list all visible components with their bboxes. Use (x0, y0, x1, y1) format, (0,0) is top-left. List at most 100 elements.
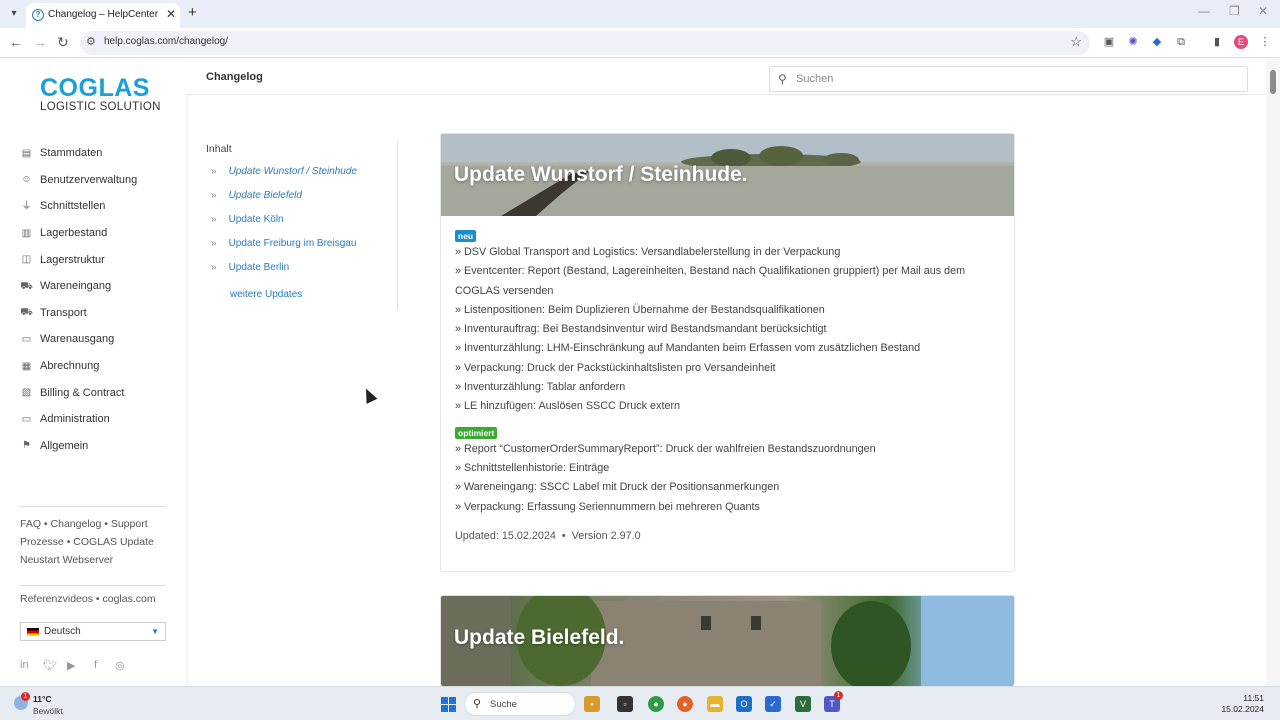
link-faq[interactable]: FAQ (20, 518, 41, 530)
profile-avatar[interactable]: E (1234, 35, 1248, 49)
tab-list-icon[interactable]: ▾ (6, 6, 22, 22)
sidebar-item-stammdaten[interactable]: ▤ Stammdaten (20, 140, 180, 167)
close-window-icon[interactable]: ✕ (1258, 4, 1268, 18)
scrollbar-thumb[interactable] (1270, 70, 1276, 94)
firefox-icon[interactable]: ● (677, 696, 693, 712)
sidebar-item-abrechnung[interactable]: ▦ Abrechnung (20, 353, 180, 380)
instagram-icon[interactable]: ◎ (115, 659, 125, 672)
forward-icon[interactable]: → (33, 34, 47, 50)
windows-start-icon[interactable] (441, 697, 456, 712)
youtube-icon[interactable]: ▶ (67, 659, 75, 672)
badge-optimized: optimiert (455, 426, 498, 439)
side-panel-icon[interactable]: ▮ (1210, 35, 1224, 49)
extension-gear-icon[interactable]: ✺ (1126, 35, 1140, 49)
sidebar-item-warenausgang[interactable]: ▭ Warenausgang (20, 326, 180, 353)
link-support[interactable]: Support (111, 518, 148, 530)
sidebar-item-label: Billing & Contract (40, 386, 125, 399)
list-item: » Verpackung: Druck der Packstückinhalts… (455, 361, 776, 374)
sidebar-item-label: Warenausgang (40, 333, 115, 346)
extension-plugin-icon[interactable]: ◆ (1150, 35, 1164, 49)
link-changelog[interactable]: Changelog (51, 518, 102, 530)
todo-check-icon[interactable]: ✓ (765, 696, 781, 712)
search-box[interactable]: ⚲ (769, 66, 1248, 92)
close-tab-icon[interactable]: ✕ (166, 7, 176, 21)
reload-icon[interactable]: ↻ (57, 34, 69, 51)
link-coglas-com[interactable]: coglas.com (102, 593, 155, 605)
omnibox[interactable]: ⚙ help.coglas.com/changelog/ ☆ (80, 31, 1090, 55)
update-title: Update Bielefeld. (454, 626, 625, 649)
link-coglas-update[interactable]: COGLAS Update (73, 536, 154, 548)
clock-date: 15.02.2024 (1221, 704, 1264, 714)
toc-item[interactable]: » Update Köln (211, 214, 284, 225)
twitter-icon[interactable]: 🐦︎ (43, 659, 57, 672)
taskbar: 1 11°C Bewölkt ⚲ Suche ▪ ▫ ● ● ▬ O ✓ V T… (0, 686, 1280, 720)
truck-in-icon: ⛟ (20, 280, 33, 292)
vpn-icon[interactable]: V (795, 696, 811, 712)
language-select[interactable]: Deutsch ▼ (20, 622, 166, 641)
facebook-icon[interactable]: f (94, 659, 97, 671)
truck-icon: ⛟ (20, 307, 33, 319)
file-explorer-icon[interactable]: ▬ (707, 696, 723, 712)
sidebar-item-label: Abrechnung (40, 360, 100, 373)
outlook-icon[interactable]: O (736, 696, 752, 712)
weather-temperature[interactable]: 11°C (33, 694, 52, 704)
link-referenzvideos[interactable]: Referenzvideos (20, 593, 93, 605)
toc-item[interactable]: » Update Berlin (211, 262, 289, 273)
tab-title: Changelog – HelpCenter (48, 9, 159, 20)
briefcase-app-icon[interactable]: ▪ (584, 696, 600, 712)
system-clock[interactable]: 11:51 15.02.2024 (1221, 693, 1264, 715)
sidebar-item-transport[interactable]: ⛟ Transport (20, 300, 180, 327)
badge-new: neu (455, 230, 477, 242)
restore-icon[interactable]: ❐ (1229, 4, 1240, 18)
new-tab-icon[interactable]: + (188, 4, 197, 21)
browser-tab-active[interactable]: ? Changelog – HelpCenter ✕ (26, 3, 180, 28)
sidebar-item-label: Allgemein (40, 439, 89, 452)
sidebar-item-wareneingang[interactable]: ⛟ Wareneingang (20, 273, 180, 300)
sidebar-item-benutzerverwaltung[interactable]: ☺ Benutzerverwaltung (20, 167, 180, 194)
update-card: Update Bielefeld. (440, 595, 1015, 686)
extensions-puzzle-icon[interactable]: ⧉ (1174, 35, 1188, 49)
sidebar-item-billing-contract[interactable]: ▧ Billing & Contract (20, 379, 180, 406)
sidebar-item-schnittstellen[interactable]: ⏚ Schnittstellen (20, 193, 180, 220)
url-text[interactable]: help.coglas.com/changelog/ (104, 36, 228, 47)
linkedin-icon[interactable]: in (20, 659, 29, 671)
sidebar-item-lagerbestand[interactable]: ▥ Lagerbestand (20, 220, 180, 247)
sidebar-item-lagerstruktur[interactable]: ◫ Lagerstruktur (20, 246, 180, 273)
sidebar-item-allgemein[interactable]: ⚑ Allgemein (20, 433, 180, 460)
address-bar-row: ← → ↻ ⚙ help.coglas.com/changelog/ ☆ ▣ ✺… (0, 28, 1280, 58)
clock-time: 11:51 (1243, 693, 1264, 703)
sidebar-nav: ▤ Stammdaten ☺ Benutzerverwaltung ⏚ Schnitt… (20, 140, 180, 459)
chart-icon: ▥ (21, 227, 32, 239)
back-icon[interactable]: ← (9, 34, 23, 50)
list-item: » Inventurzählung: Tablar anfordern (455, 381, 626, 394)
task-view-icon[interactable]: ▫ (617, 696, 633, 712)
search-input[interactable] (796, 71, 1236, 87)
page-scrollbar[interactable] (1266, 58, 1280, 686)
logo-coglas[interactable]: COGLAS (40, 74, 150, 103)
list-item: » LE hinzufügen: Auslösen SSCC Druck ext… (455, 400, 681, 413)
new-entries-list: » DSV Global Transport and Logistics: Ve… (455, 243, 1005, 417)
search-icon: ⚲ (473, 698, 482, 710)
list-item: » Eventcenter: Report (Bestand, Lagerein… (455, 265, 966, 297)
language-value: Deutsch (44, 626, 81, 637)
link-neustart-webserver[interactable]: Neustart Webserver (20, 554, 113, 566)
site-info-icon[interactable]: ⚙ (86, 35, 96, 48)
toc-item[interactable]: » Update Freiburg im Breisgau (211, 238, 356, 249)
list-item: » Verpackung: Erfassung Seriennummern be… (455, 500, 760, 513)
bookmark-star-icon[interactable]: ☆ (1070, 34, 1082, 50)
toc-item[interactable]: » Update Bielefeld (211, 190, 302, 201)
extension-translate-icon[interactable]: ▣ (1102, 35, 1116, 49)
update-hero-image: Update Bielefeld. (441, 596, 1014, 686)
more-updates-link[interactable]: weitere Updates (230, 289, 302, 300)
menu-kebab-icon[interactable]: ⋮ (1258, 35, 1272, 49)
divider (20, 585, 166, 586)
list-item: » Schnittstellenhistorie: Einträge (455, 461, 610, 474)
taskbar-search[interactable]: ⚲ Suche (464, 692, 576, 716)
sidebar-item-administration[interactable]: ▭ Administration (20, 406, 180, 433)
chrome-icon[interactable]: ● (648, 696, 664, 712)
toc-item[interactable]: » Update Wunstorf / Steinhude (211, 166, 357, 177)
weather-notification-badge: 1 (21, 692, 30, 701)
minimize-icon[interactable]: — (1198, 4, 1210, 18)
weather-description[interactable]: Bewölkt (33, 706, 63, 716)
link-prozesse[interactable]: Prozesse (20, 536, 64, 548)
